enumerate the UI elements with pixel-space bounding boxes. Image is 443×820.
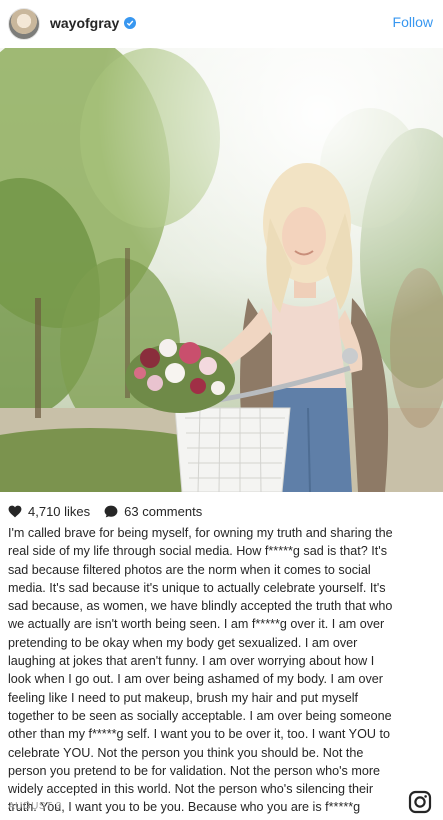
like-count[interactable]: 4,710 likes — [28, 504, 90, 519]
post-photo[interactable] — [0, 48, 443, 492]
username[interactable]: wayofgray — [50, 15, 119, 31]
avatar[interactable] — [8, 8, 40, 40]
post-photo-image — [0, 48, 443, 492]
username-row: wayofgray — [50, 15, 137, 31]
post-caption: I'm called brave for being myself, for o… — [8, 526, 393, 820]
post-header: wayofgray Follow — [0, 0, 443, 48]
comment-bubble-icon[interactable] — [104, 505, 118, 518]
post-actions: 4,710 likes 63 comments — [8, 502, 202, 520]
heart-icon[interactable] — [8, 505, 22, 518]
post-date: AUGUST 3 — [8, 801, 62, 812]
comment-count[interactable]: 63 comments — [124, 504, 202, 519]
follow-button[interactable]: Follow — [393, 14, 433, 30]
instagram-logo-icon[interactable] — [408, 790, 432, 814]
verified-badge-icon — [124, 17, 137, 29]
